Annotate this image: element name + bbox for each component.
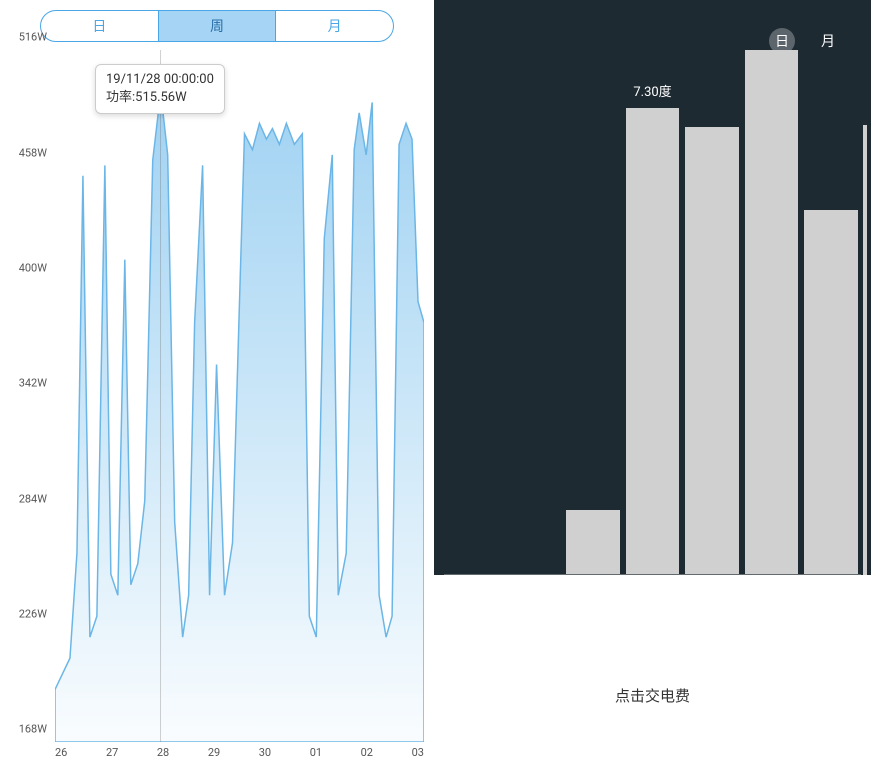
y-tick: 284W: [19, 492, 47, 505]
y-axis: 168W 226W 284W 342W 400W 458W 516W: [0, 50, 55, 742]
bar-col[interactable]: [682, 50, 742, 574]
seg-day[interactable]: 日: [41, 11, 158, 41]
bar-col[interactable]: [444, 50, 504, 574]
x-tick: 30: [259, 746, 271, 762]
y-tick: 342W: [19, 377, 47, 390]
left-segmented-control: 日 周 月: [40, 10, 394, 42]
left-chart: 168W 226W 284W 342W 400W 458W 516W: [0, 50, 434, 742]
bar-col[interactable]: [504, 50, 564, 574]
y-tick: 400W: [19, 262, 47, 275]
bar-col[interactable]: 7.30度: [623, 50, 683, 574]
x-tick: 26: [55, 746, 67, 762]
x-tick: 03: [412, 746, 424, 762]
pay-bill-button[interactable]: 点击交电费: [494, 673, 811, 717]
y-tick: 458W: [19, 146, 47, 159]
y-tick: 168W: [19, 723, 47, 736]
bar: [626, 108, 680, 574]
left-panel: 日 周 月 168W 226W 284W 342W 400W 458W 516W: [0, 0, 434, 772]
x-tick: 01: [310, 746, 322, 762]
x-tick: 29: [208, 746, 220, 762]
x-tick: 27: [106, 746, 118, 762]
seg-month[interactable]: 月: [275, 11, 393, 41]
x-tick: 28: [157, 746, 169, 762]
seg-week[interactable]: 周: [158, 11, 276, 41]
tooltip-timestamp: 19/11/28 00:00:00: [106, 71, 214, 89]
right-chart: 7.30度 11/2411/2511/2611/2711/2811/2911/3…: [434, 50, 871, 607]
bar-area[interactable]: 7.30度: [444, 50, 861, 575]
edge-bar: [863, 125, 867, 575]
area-fill: [55, 92, 424, 742]
bar-callout-label: 7.30度: [633, 81, 671, 100]
bar: [566, 510, 620, 574]
bar-col[interactable]: [563, 50, 623, 574]
bar: [804, 210, 858, 574]
bar-col[interactable]: [742, 50, 802, 574]
right-panel: 日 月 7.30度 11/2411/2511/2611/2711/2811/29…: [434, 0, 871, 772]
bar: [745, 50, 799, 574]
line-chart-svg: [55, 50, 424, 742]
bar-col[interactable]: [801, 50, 861, 574]
y-tick: 516W: [19, 31, 47, 44]
bar: [685, 127, 739, 574]
x-tick: 02: [361, 746, 373, 762]
chart-tooltip: 19/11/28 00:00:00 功率:515.56W: [95, 64, 225, 114]
plot-area[interactable]: 19/11/28 00:00:00 功率:515.56W: [55, 50, 424, 742]
y-tick: 226W: [19, 608, 47, 621]
x-axis-left: 26 27 28 29 30 01 02 03: [55, 742, 424, 762]
tooltip-value: 功率:515.56W: [106, 89, 214, 107]
